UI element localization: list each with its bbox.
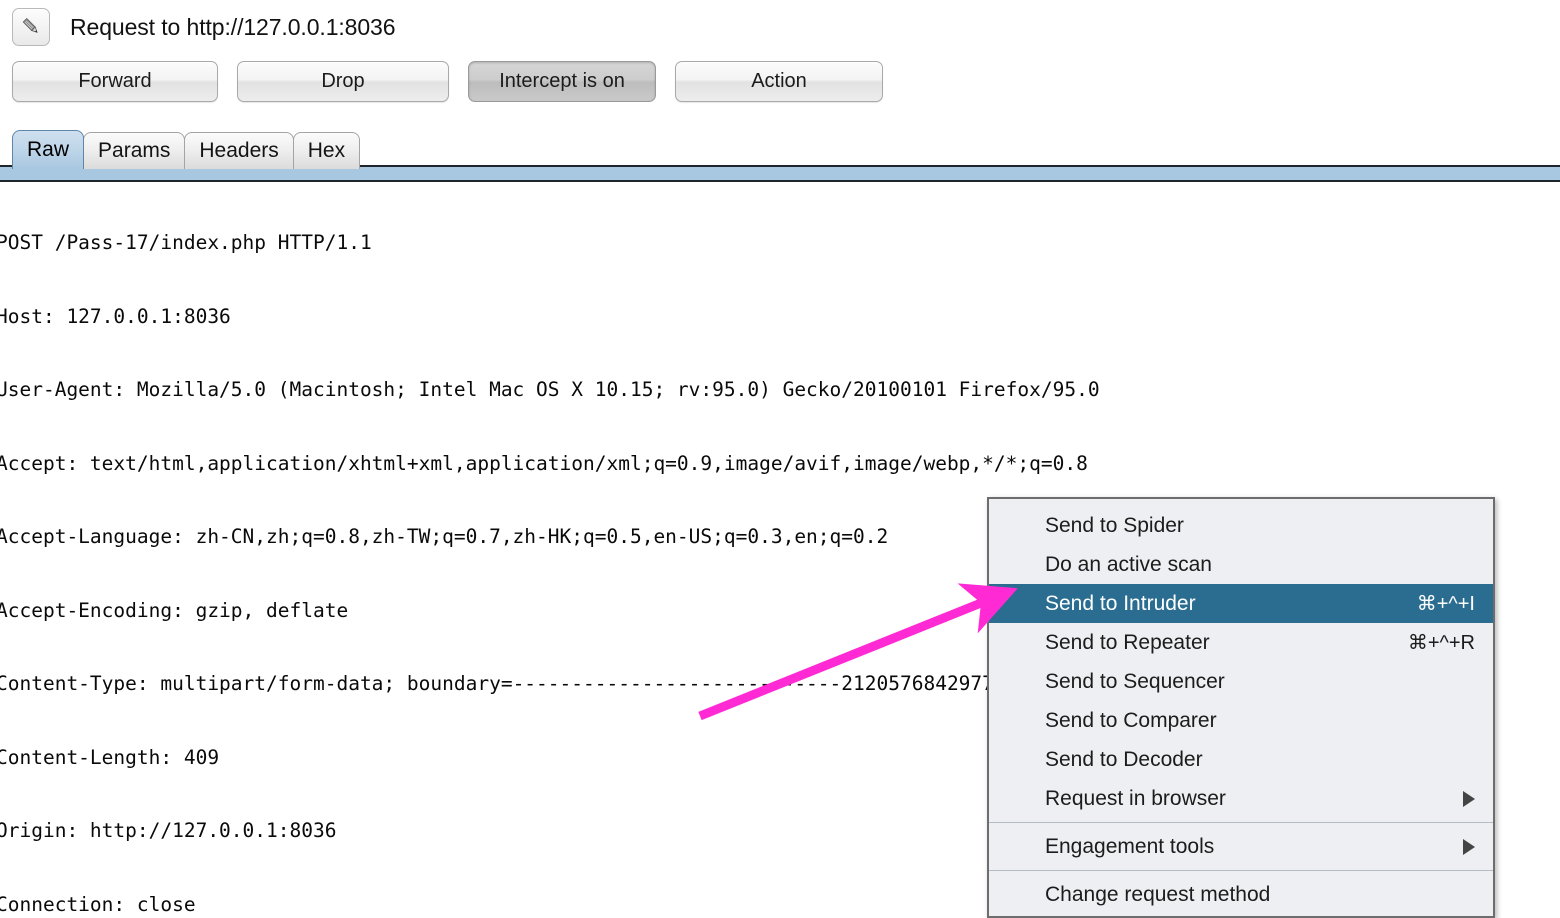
menu-item-send-to-intruder[interactable]: Send to Intruder ⌘+^+I: [989, 584, 1493, 623]
header-content-type-prefix: Content-Type: multipart/form-data; bound…: [0, 672, 513, 695]
tab-hex[interactable]: Hex: [292, 132, 361, 169]
intercept-toggle-button[interactable]: Intercept is on: [468, 61, 656, 102]
header-user-agent: User-Agent: Mozilla/5.0 (Macintosh; Inte…: [0, 378, 1100, 401]
page-title: Request to http://127.0.0.1:8036: [70, 13, 396, 40]
menu-item-label: Send to Sequencer: [1045, 669, 1225, 693]
tab-divider-bottom: [0, 180, 1560, 182]
forward-button[interactable]: Forward: [12, 61, 218, 102]
menu-item-send-to-repeater[interactable]: Send to Repeater ⌘+^+R: [989, 623, 1493, 662]
menu-item-send-to-sequencer[interactable]: Send to Sequencer: [989, 662, 1493, 701]
title-bar: Request to http://127.0.0.1:8036: [0, 0, 1560, 54]
menu-item-send-to-comparer[interactable]: Send to Comparer: [989, 701, 1493, 740]
menu-item-label: Send to Intruder: [1045, 591, 1196, 615]
menu-item-label: Send to Decoder: [1045, 747, 1203, 771]
menu-item-request-in-browser[interactable]: Request in browser: [989, 779, 1493, 818]
menu-item-label: Request in browser: [1045, 786, 1226, 810]
menu-item-label: Send to Repeater: [1045, 630, 1210, 654]
tab-headers[interactable]: Headers: [184, 132, 294, 169]
menu-item-shortcut: ⌘+^+R: [1407, 632, 1475, 654]
tab-params[interactable]: Params: [83, 132, 186, 169]
submenu-arrow-icon: [1463, 790, 1475, 807]
menu-separator: [989, 870, 1493, 871]
request-line: POST /Pass-17/index.php HTTP/1.1: [0, 231, 372, 254]
drop-button[interactable]: Drop: [237, 61, 449, 102]
menu-item-label: Send to Spider: [1045, 513, 1184, 537]
context-menu[interactable]: Send to Spider Do an active scan Send to…: [987, 497, 1495, 918]
pencil-icon: [12, 8, 50, 46]
header-host: Host: 127.0.0.1:8036: [0, 304, 231, 328]
menu-item-send-to-spider[interactable]: Send to Spider: [989, 506, 1493, 545]
menu-item-shortcut: ⌘+^+I: [1416, 593, 1475, 615]
menu-item-engagement-tools[interactable]: Engagement tools: [989, 827, 1493, 866]
header-accept: Accept: text/html,application/xhtml+xml,…: [0, 451, 1088, 475]
submenu-arrow-icon: [1463, 838, 1475, 855]
menu-item-send-to-decoder[interactable]: Send to Decoder: [989, 740, 1493, 779]
menu-item-label: Change request method: [1045, 882, 1271, 906]
menu-item-change-request-method[interactable]: Change request method: [989, 875, 1493, 914]
menu-item-label: Do an active scan: [1045, 552, 1212, 576]
menu-item-label: Engagement tools: [1045, 834, 1215, 858]
menu-item-do-an-active-scan[interactable]: Do an active scan: [989, 545, 1493, 584]
menu-separator: [989, 822, 1493, 823]
message-tabs: Raw Params Headers Hex: [12, 130, 361, 169]
action-toolbar: Forward Drop Intercept is on Action: [12, 61, 902, 102]
menu-item-label: Send to Comparer: [1045, 708, 1217, 732]
tab-raw[interactable]: Raw: [12, 130, 85, 169]
action-button[interactable]: Action: [675, 61, 883, 102]
